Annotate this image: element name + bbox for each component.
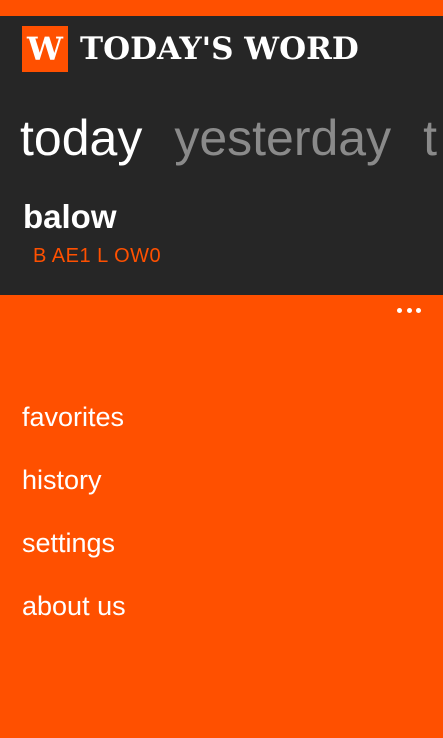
word-title: balow bbox=[23, 198, 117, 235]
app-title: TODAY'S WORD bbox=[80, 31, 359, 67]
app-logo: W bbox=[22, 26, 68, 72]
menu-item-about-us[interactable]: about us bbox=[22, 586, 126, 649]
menu-list: favorites history settings about us bbox=[22, 397, 126, 649]
ellipsis-icon[interactable] bbox=[397, 303, 421, 317]
app-bar-menu: favorites history settings about us bbox=[0, 295, 443, 738]
pivot-today[interactable]: today bbox=[20, 108, 142, 168]
word-pronunciation: B AE1 L OW0 bbox=[33, 245, 162, 267]
app-content: W TODAY'S WORD today yesterday t balow B… bbox=[0, 16, 443, 295]
status-bar-strip bbox=[0, 0, 443, 16]
menu-item-favorites[interactable]: favorites bbox=[22, 397, 126, 460]
ellipsis-dot bbox=[406, 307, 412, 313]
ellipsis-dot bbox=[416, 307, 421, 313]
pivot-headers: today yesterday t bbox=[20, 108, 443, 168]
pivot-next-partial[interactable]: t bbox=[423, 108, 437, 168]
app-header: W TODAY'S WORD bbox=[22, 26, 359, 72]
menu-item-history[interactable]: history bbox=[22, 460, 126, 523]
pivot-yesterday[interactable]: yesterday bbox=[174, 108, 391, 168]
menu-item-settings[interactable]: settings bbox=[22, 523, 126, 586]
ellipsis-dot bbox=[397, 307, 402, 313]
